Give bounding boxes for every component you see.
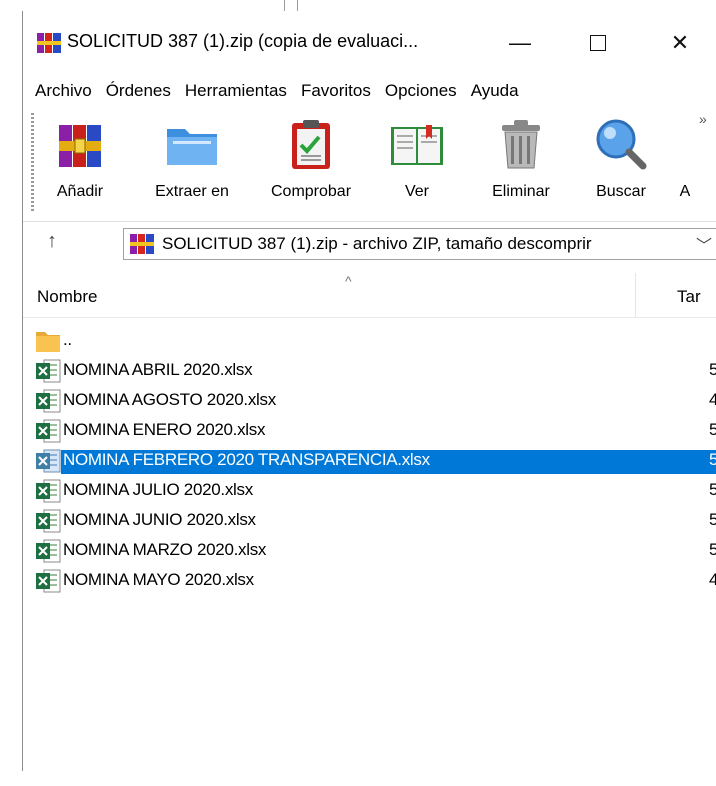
winrar-add-icon [59,125,101,167]
file-name: NOMINA FEBRERO 2020 TRANSPARENCIA.xlsx [61,450,637,474]
list-item-selected[interactable]: NOMINA FEBRERO 2020 TRANSPARENCIA.xlsx 5 [23,447,716,474]
extract-to-button[interactable]: Extraer en [145,115,239,201]
trash-bin-icon [502,120,540,169]
excel-file-icon [36,389,61,413]
excel-file-icon [36,479,61,503]
menu-bar: Archivo Órdenes Herramientas Favoritos O… [23,75,716,107]
file-name: NOMINA MARZO 2020.xlsx [63,540,267,559]
delete-button[interactable]: Eliminar [481,115,561,201]
excel-file-icon [36,449,61,473]
close-icon: ✕ [670,30,690,55]
window-title: SOLICITUD 387 (1).zip (copia de evaluaci… [67,31,419,51]
address-path: SOLICITUD 387 (1).zip - archivo ZIP, tam… [162,234,592,253]
file-name: NOMINA JULIO 2020.xlsx [63,480,253,499]
file-size: 4 [709,390,716,410]
truncated-tool-icon [675,115,695,173]
file-name: NOMINA ENERO 2020.xlsx [63,420,266,439]
minimize-icon: — [509,30,531,55]
test-button[interactable]: Comprobar [259,115,363,201]
file-size: 5 [709,480,716,500]
list-item[interactable]: NOMINA ABRIL 2020.xlsx 5 [23,357,716,384]
clipboard-check-icon [292,120,330,169]
list-item[interactable]: NOMINA JULIO 2020.xlsx 5 [23,477,716,504]
list-item[interactable]: NOMINA MAYO 2020.xlsx 4 [23,567,716,594]
column-name-header[interactable]: Nombre [37,287,97,307]
address-bar: ↑ SOLICITUD 387 (1).zip - archivo ZIP, t… [23,221,716,266]
maximize-button[interactable] [575,23,621,63]
selection-highlight [635,450,716,474]
list-item[interactable]: NOMINA JUNIO 2020.xlsx 5 [23,507,716,534]
menu-ordenes[interactable]: Órdenes [99,81,178,101]
folder-icon [36,332,60,352]
extract-to-label: Extraer en [155,183,229,200]
excel-file-icon [36,509,61,533]
find-label: Buscar [596,183,646,200]
view-label: Ver [404,183,429,200]
excel-file-icon [36,419,61,443]
test-label: Comprobar [270,183,352,200]
file-name: NOMINA MAYO 2020.xlsx [63,570,254,589]
toolbar-overflow-chevron-icon[interactable]: » [699,111,707,127]
list-item[interactable]: NOMINA AGOSTO 2020.xlsx 4 [23,387,716,414]
file-name: NOMINA ABRIL 2020.xlsx [63,360,253,379]
file-size: 5 [709,540,716,560]
chevron-down-icon[interactable]: ﹀ [696,232,712,256]
toolbar-grip[interactable] [31,113,34,213]
add-label: Añadir [56,183,104,200]
menu-opciones[interactable]: Opciones [378,81,464,101]
file-size: 5 [709,360,716,380]
excel-file-icon [36,539,61,563]
file-name: .. [63,330,72,349]
truncated-tool-label: A [679,183,691,200]
truncated-tool-button[interactable]: A [675,115,695,201]
list-item[interactable]: NOMINA ENERO 2020.xlsx 5 [23,417,716,444]
toolbar: » Añadir Extraer en Comprobar Ver Elimin… [23,107,716,213]
address-box[interactable]: SOLICITUD 387 (1).zip - archivo ZIP, tam… [123,228,716,260]
close-button[interactable]: ✕ [657,23,703,63]
file-size: 5 [709,420,716,440]
winrar-archive-icon [130,234,154,254]
menu-archivo[interactable]: Archivo [23,81,99,101]
open-book-icon [391,125,443,165]
file-size: 4 [709,570,716,590]
column-header: Nombre ^ Tar [23,273,716,318]
winrar-window: SOLICITUD 387 (1).zip (copia de evaluaci… [22,11,716,771]
column-size-header[interactable]: Tar [677,287,701,307]
list-item-parent-folder[interactable]: .. [23,327,716,354]
file-name: NOMINA AGOSTO 2020.xlsx [63,390,276,409]
title-bar[interactable]: SOLICITUD 387 (1).zip (copia de evaluaci… [23,11,716,71]
up-arrow-icon[interactable]: ↑ [47,230,57,253]
view-button[interactable]: Ver [387,115,447,201]
magnifier-icon [596,119,647,170]
column-resize-handle[interactable] [635,273,636,317]
folder-extract-icon [167,129,217,165]
maximize-icon [590,35,606,51]
excel-file-icon [36,359,61,383]
menu-favoritos[interactable]: Favoritos [294,81,378,101]
file-size: 5 [709,510,716,530]
list-item[interactable]: NOMINA MARZO 2020.xlsx 5 [23,537,716,564]
sort-ascending-icon: ^ [345,273,352,289]
menu-herramientas[interactable]: Herramientas [178,81,294,101]
add-button[interactable]: Añadir [45,115,115,201]
file-name: NOMINA JUNIO 2020.xlsx [63,510,256,529]
file-size: 5 [709,450,716,470]
menu-ayuda[interactable]: Ayuda [464,81,526,101]
desktop-strip [0,0,716,10]
winrar-app-icon [37,33,61,53]
excel-file-icon [36,569,61,593]
find-button[interactable]: Buscar [583,115,659,201]
delete-label: Eliminar [492,183,550,200]
minimize-button[interactable]: — [497,23,543,63]
